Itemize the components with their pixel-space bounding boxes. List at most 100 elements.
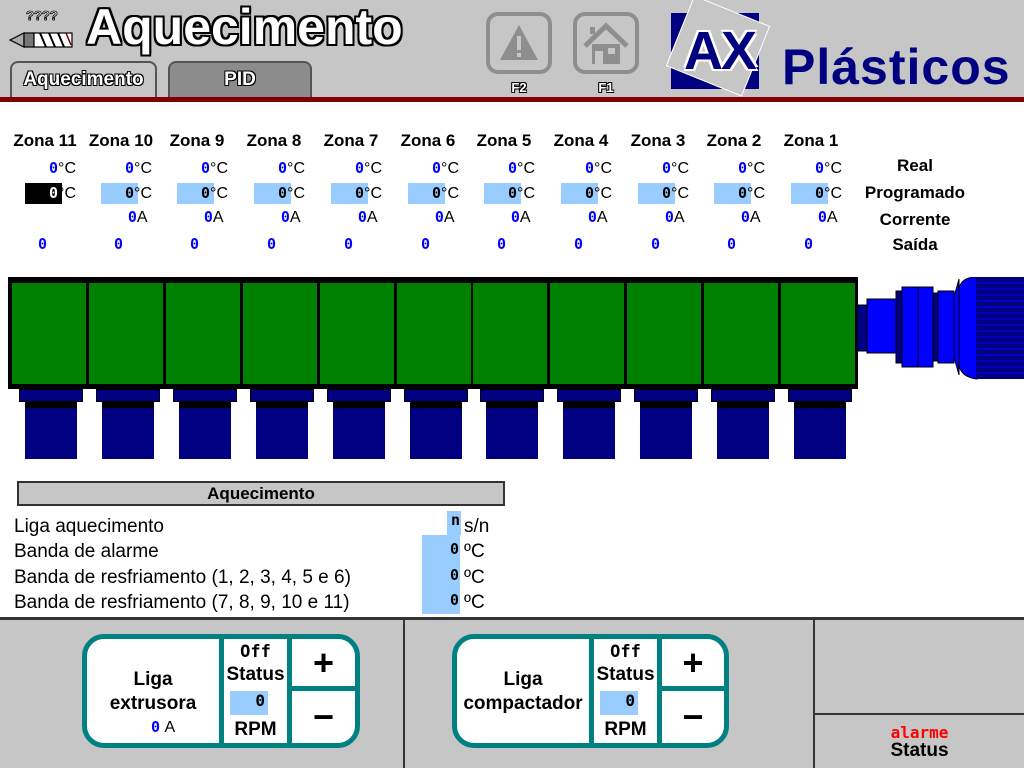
zone-setpoint: 0°C [355,184,382,202]
heater-band [178,408,231,459]
heater-band [409,408,462,459]
heater-band [255,408,308,459]
zone-real-temp: 0°C [125,159,152,177]
row-label-saida: Saída [892,235,938,254]
barrel-zone-segment [704,283,779,384]
tab-pid[interactable]: PID [168,61,312,97]
extrusora-rpm-field[interactable]: 0 [230,691,268,715]
f1-label: F1 [598,80,614,95]
compactador-status-label: Status [596,664,655,685]
zone-name: Zona 6 [400,131,456,150]
zone-setpoint: 0°C [738,184,765,202]
zone-current: 0A [280,208,301,226]
zone-real-temp: 0°C [662,159,689,177]
extrusora-plus-button[interactable]: + [292,639,355,686]
extrusora-minus-button[interactable]: − [292,691,355,743]
logo-mark: AX [684,21,757,81]
barrel-zone-segment [550,283,625,384]
zone-real-temp: 0°C [355,159,382,177]
zone-setpoint: 0°C [662,184,689,202]
heater-band [101,408,154,459]
zone-name: Zona 1 [783,131,839,150]
param-unit: ºC [464,567,485,588]
zone-current: 0A [740,208,761,226]
barrel-zone-segment [12,283,86,384]
liga-extrusora-label-1: Liga [133,669,173,690]
header-divider [0,97,1024,102]
barrel-zone-segment [88,283,163,384]
barrel-zone-segment [473,283,548,384]
zone-real-temp: 0°C [49,159,76,177]
zone-output: 0 [190,235,200,253]
heater-band-mid [717,401,770,408]
footer-divider [403,620,405,768]
zone-output: 0 [421,235,431,253]
zone-output: 0 [727,235,737,253]
barrel-zone-segment [242,283,317,384]
heater-band-mid [101,401,154,408]
heater-band-mid [332,401,385,408]
zone-real-temp: 0°C [815,159,842,177]
banda-resfriamento-7-11-field[interactable]: 0 [422,591,460,613]
zone-setpoint: 0°C [49,184,76,202]
zone-setpoint: 0°C [815,184,842,202]
footer-divider [813,713,1024,715]
zone-real-temp: 0°C [508,159,535,177]
param-label-banda-alarme: Banda de alarme [14,541,159,562]
zone-output: 0 [114,235,124,253]
zone-real-temp: 0°C [432,159,459,177]
zone-current: 0A [434,208,455,226]
compactador-rpm-unit: RPM [604,719,647,740]
zone-current: 0A [127,208,148,226]
zone-current: 0A [587,208,608,226]
f2-label: F2 [511,80,527,95]
extrusora-rpm-unit: RPM [234,719,277,740]
zone-current: 0A [817,208,838,226]
zone-real-temp: 0°C [585,159,612,177]
param-label-banda-resfriamento-1-6: Banda de resfriamento (1, 2, 3, 4, 5 e 6… [14,567,351,588]
heater-band [563,408,616,459]
home-f1-button[interactable] [573,12,639,74]
heater-band [25,408,77,459]
barrel-zone-segment [319,283,394,384]
barrel-zone-segment [781,283,855,384]
zone-name: Zona 8 [246,131,302,150]
heater-band-mid [563,401,616,408]
zone-real-temp: 0°C [201,159,228,177]
param-unit: ºC [464,592,485,613]
zone-name: Zona 3 [630,131,686,150]
motor-drive-icon [856,276,1024,387]
liga-extrusora-button[interactable]: Liga extrusora 0 A [87,639,219,743]
barrel-zone-segment [627,283,702,384]
zone-output: 0 [804,235,814,253]
zone-name: Zona 9 [169,131,225,150]
banda-resfriamento-1-6-field[interactable]: 0 [422,566,460,588]
heater-band-mid [25,401,77,408]
zone-output: 0 [497,235,507,253]
banda-alarme-field[interactable]: 0 [422,540,460,562]
compactador-plus-button[interactable]: + [662,639,724,686]
liga-compactador-button[interactable]: Liga compactador [457,639,589,743]
heater-band [717,408,770,459]
zone-output: 0 [38,235,48,253]
zone-name: Zona 7 [323,131,379,150]
alarm-f2-button[interactable] [486,12,552,74]
heater-band-mid [409,401,462,408]
barrel-zone-segment [165,283,240,384]
row-label-corrente: Corrente [879,210,951,229]
liga-compactador-label-2: compactador [463,693,583,714]
tab-aquecimento[interactable]: Aquecimento [10,61,157,97]
zone-output: 0 [651,235,661,253]
compactador-state: Off [610,642,641,662]
heater-band-mid [486,401,539,408]
compactador-rpm-field[interactable]: 0 [600,691,638,715]
liga-aquecimento-field[interactable]: n [447,511,461,535]
zone-real-temp: 0°C [738,159,765,177]
zone-output: 0 [574,235,584,253]
zone-current: 0A [357,208,378,226]
zone-setpoint: 0°C [125,184,152,202]
heater-band-mid [255,401,308,408]
zone-name: Zona 5 [476,131,532,150]
zone-name: Zona 10 [88,131,154,150]
compactador-minus-button[interactable]: − [662,691,724,743]
